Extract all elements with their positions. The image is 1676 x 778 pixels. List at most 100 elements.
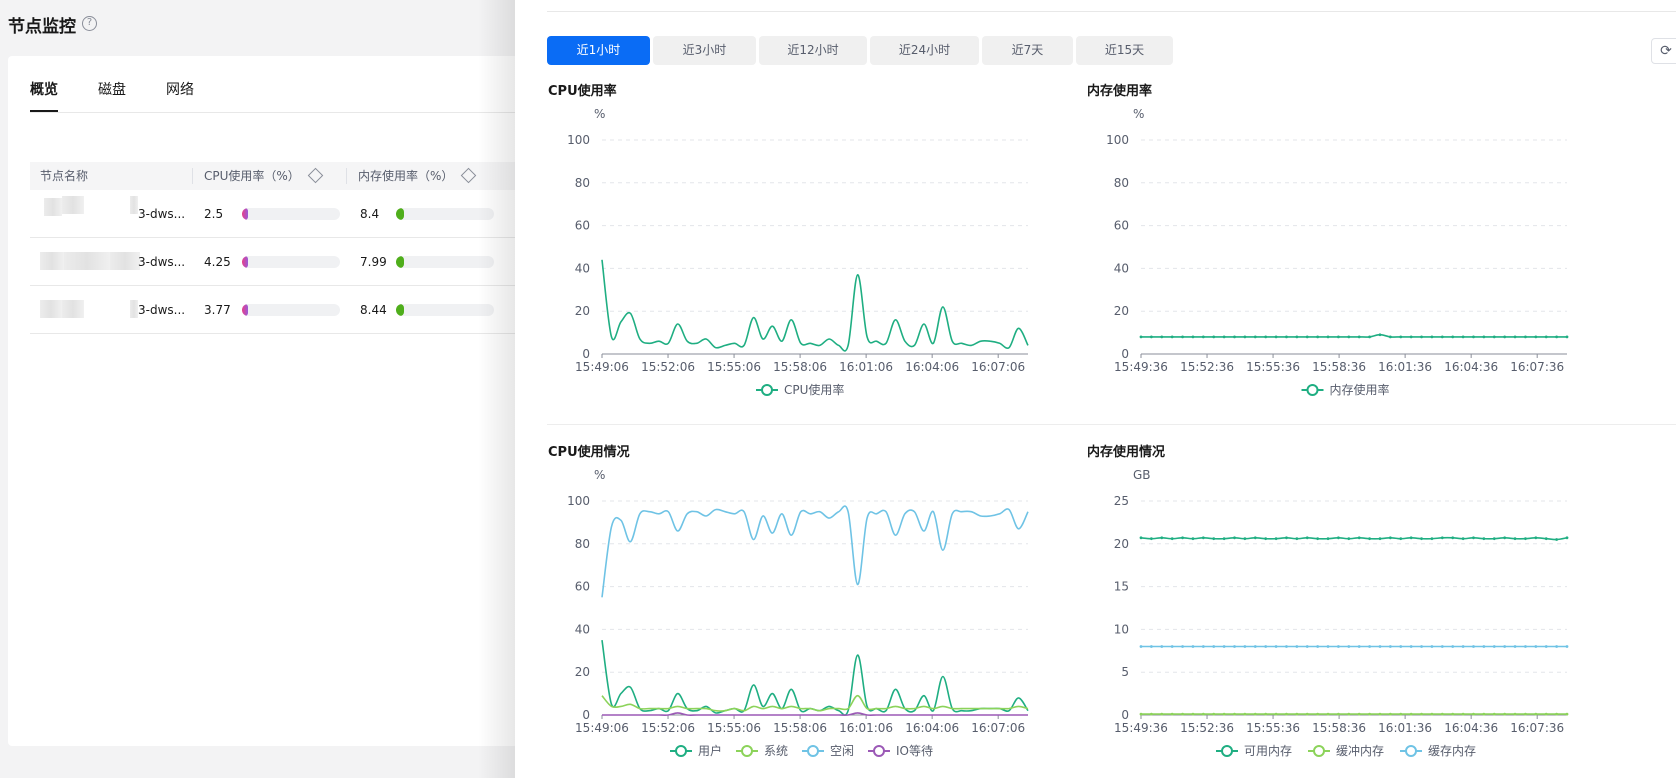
- series-point: [1201, 645, 1205, 648]
- legend-label: 可用内存: [1244, 744, 1292, 758]
- series-point: [1201, 335, 1205, 339]
- series-point: [1222, 335, 1226, 339]
- series-point: [1482, 645, 1486, 648]
- series-point: [1274, 712, 1278, 716]
- x-tick-label: 15:52:36: [1180, 721, 1234, 735]
- series-line-0: [1141, 333, 1567, 338]
- legend-marker: [1405, 745, 1417, 757]
- x-tick-label: 15:55:06: [707, 360, 761, 374]
- y-tick-label: 80: [575, 537, 590, 551]
- series-point: [1388, 335, 1392, 339]
- node-name[interactable]: 3-dws...: [138, 190, 185, 238]
- series-point: [1492, 712, 1496, 716]
- series-point: [1430, 335, 1434, 339]
- series-point: [1378, 645, 1382, 648]
- y-tick-label: 100: [567, 494, 590, 508]
- series-point: [1420, 712, 1423, 716]
- cpu-bar: [242, 208, 340, 220]
- series-point: [1191, 335, 1195, 339]
- series-point: [1212, 537, 1216, 541]
- tab-network[interactable]: 网络: [166, 80, 194, 112]
- series-point: [1420, 335, 1423, 339]
- series-point: [1472, 712, 1475, 716]
- series-point: [1378, 712, 1382, 716]
- cpu-bar-fill: [242, 208, 248, 220]
- tab-overview[interactable]: 概览: [30, 80, 58, 112]
- series-point: [1285, 712, 1288, 716]
- series-point: [1295, 712, 1299, 716]
- series-point: [1326, 712, 1330, 716]
- legend-label: 缓存内存: [1428, 744, 1476, 758]
- series-point: [1305, 645, 1309, 648]
- series-point: [1181, 645, 1184, 648]
- series-point: [1139, 645, 1143, 648]
- cpu-bar: [242, 256, 340, 268]
- y-tick-label: 60: [575, 580, 590, 594]
- series-point: [1305, 335, 1309, 339]
- series-line-0: [601, 639, 1029, 716]
- y-tick-label: 0: [1121, 708, 1129, 722]
- series-point: [1368, 712, 1371, 716]
- x-tick-label: 16:07:36: [1510, 721, 1564, 735]
- series-point: [1233, 335, 1236, 339]
- series-point: [1461, 645, 1465, 648]
- series-point: [1295, 645, 1299, 648]
- series-point: [1544, 645, 1548, 648]
- y-tick-label: 20: [1114, 537, 1129, 551]
- series-point: [1482, 335, 1486, 339]
- help-icon[interactable]: ?: [82, 16, 97, 31]
- redacted-name: [40, 252, 64, 270]
- series-point: [1170, 712, 1174, 716]
- series-point: [1420, 537, 1423, 541]
- series-point: [1388, 645, 1392, 648]
- series-point: [1503, 536, 1507, 540]
- monitor-drawer: 近1小时 近3小时 近12小时 近24小时 近7天 近15天 ⟳ CPU使用率%…: [515, 0, 1676, 778]
- header-cpu[interactable]: CPU使用率（%）: [204, 162, 324, 190]
- legend-label: 内存使用率: [1330, 382, 1390, 397]
- sort-icon[interactable]: [461, 167, 477, 184]
- series-point: [1264, 712, 1268, 716]
- sort-icon[interactable]: [307, 167, 324, 184]
- chart-title: 内存使用率: [1087, 83, 1152, 99]
- series-point: [1357, 335, 1361, 339]
- legend-label: 空闲: [830, 744, 854, 758]
- series-point: [1264, 645, 1268, 648]
- x-tick-label: 16:04:06: [905, 360, 959, 374]
- y-tick-label: 20: [1114, 304, 1129, 318]
- series-point: [1212, 335, 1216, 339]
- y-tick-label: 60: [575, 219, 590, 233]
- header-mem[interactable]: 内存使用率（%）: [358, 162, 477, 190]
- x-tick-label: 16:07:06: [971, 360, 1025, 374]
- cpu-value: 3.77: [204, 303, 231, 317]
- header-mem-label: 内存使用率（%）: [358, 169, 454, 183]
- series-point: [1295, 537, 1299, 541]
- y-tick-label: 5: [1121, 665, 1129, 679]
- header-node-name: 节点名称: [40, 169, 89, 183]
- series-point: [1555, 335, 1559, 339]
- chart-title: CPU使用情况: [548, 444, 630, 460]
- mem-bar-fill: [396, 256, 404, 268]
- mem-value: 7.99: [360, 255, 387, 269]
- series-point: [1524, 335, 1527, 339]
- series-point: [1399, 712, 1403, 716]
- series-point: [1399, 335, 1403, 339]
- y-tick-label: 80: [575, 176, 590, 190]
- series-point: [1149, 537, 1153, 541]
- series-point: [1534, 536, 1538, 540]
- node-name[interactable]: 3-dws...: [138, 238, 185, 286]
- tab-disk[interactable]: 磁盘: [98, 80, 126, 112]
- series-point: [1565, 712, 1569, 716]
- series-point: [1253, 645, 1257, 648]
- redacted-name: [64, 252, 110, 270]
- x-tick-label: 15:49:36: [1114, 360, 1168, 374]
- redacted-name: [62, 300, 84, 318]
- series-point: [1368, 645, 1371, 648]
- series-point: [1440, 536, 1444, 540]
- node-name[interactable]: 3-dws...: [138, 286, 185, 334]
- series-point: [1233, 712, 1236, 716]
- series-point: [1337, 645, 1340, 648]
- x-tick-label: 15:49:06: [575, 360, 629, 374]
- x-tick-label: 15:55:36: [1246, 721, 1300, 735]
- x-tick-label: 15:58:06: [773, 360, 827, 374]
- page-title: 节点监控: [8, 17, 76, 37]
